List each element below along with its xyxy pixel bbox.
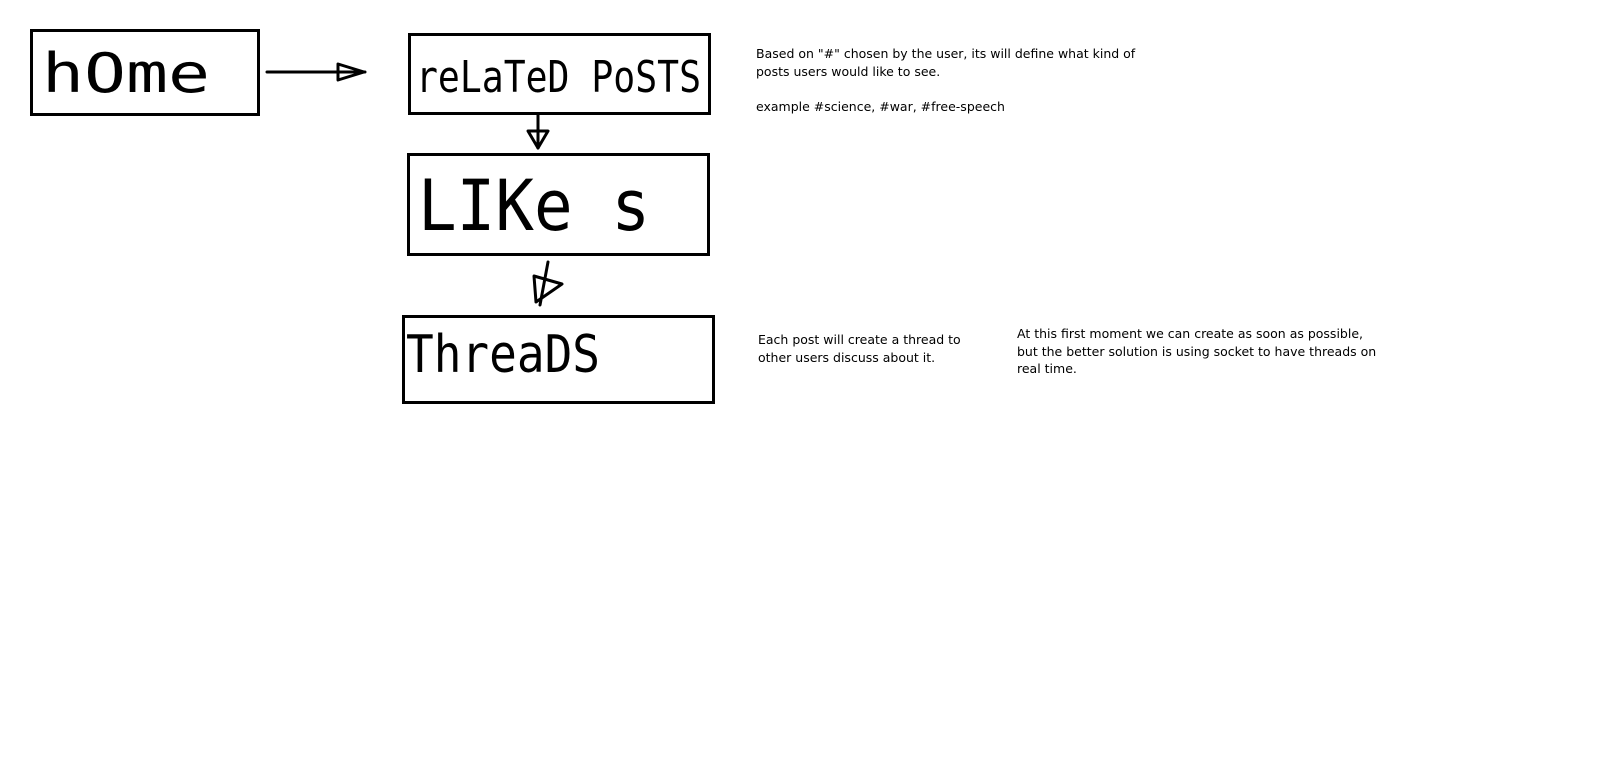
node-related-posts-label: reLaTeD PoSTS — [416, 52, 701, 103]
note-threads: Each post will create a thread to other … — [758, 331, 968, 366]
arrowhead-down — [532, 274, 564, 304]
node-home: hOme — [30, 29, 260, 116]
node-home-label: hOme — [42, 42, 210, 105]
node-threads-label: ThreaDS — [406, 325, 600, 385]
note-threads-text: Each post will create a thread to other … — [758, 332, 961, 365]
note-related-posts-text: Based on "#" chosen by the user, its wil… — [756, 46, 1136, 79]
edge-likes-to-threads — [532, 260, 564, 307]
node-related-posts: reLaTeD PoSTS — [408, 33, 711, 115]
edge-related-posts-to-likes — [526, 112, 550, 150]
edge-home-to-related-posts — [265, 62, 367, 82]
note-related-posts-example: example #science, #war, #free-speech — [756, 98, 1005, 114]
node-threads: ThreaDS — [402, 315, 715, 404]
node-likes: LIKe s — [407, 153, 710, 256]
note-related-posts: Based on "#" chosen by the user, its wil… — [756, 45, 1136, 115]
node-likes-label: LIKe s — [418, 165, 650, 247]
note-realtime-text: At this first moment we can create as so… — [1017, 326, 1377, 376]
note-realtime: At this first moment we can create as so… — [1017, 325, 1387, 378]
